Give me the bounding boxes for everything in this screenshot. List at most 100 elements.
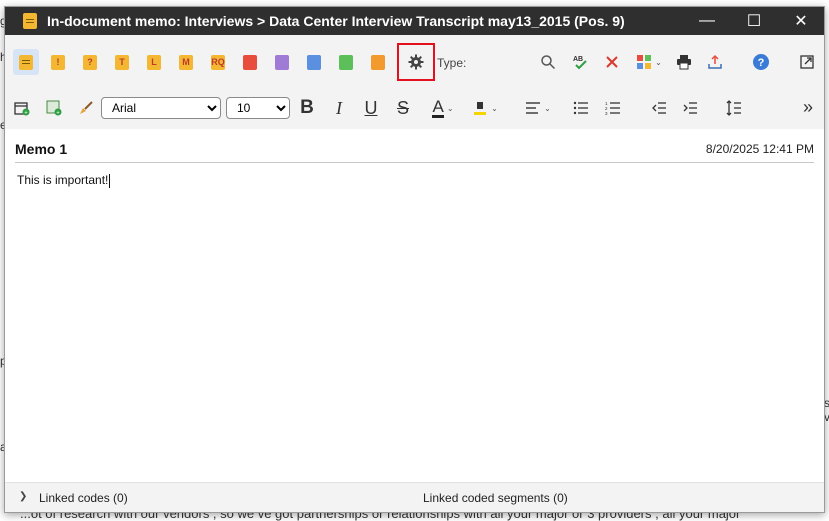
printer-icon	[677, 55, 691, 70]
memo-standard-button[interactable]	[13, 49, 39, 75]
memo-standard-icon	[19, 54, 33, 70]
help-icon: ?	[753, 54, 769, 70]
svg-text:?: ?	[758, 57, 765, 69]
memo-editor[interactable]: This is important!	[17, 173, 111, 188]
undock-button[interactable]	[794, 49, 820, 75]
font-family-select[interactable]: Arial	[101, 97, 221, 119]
title-bar[interactable]: In-document memo: Interviews > Data Cent…	[5, 7, 824, 35]
numbered-list-icon: 1 2 3	[605, 101, 620, 115]
open-external-icon	[800, 55, 814, 69]
export-button[interactable]	[702, 49, 728, 75]
svg-text:+: +	[24, 110, 28, 116]
bold-button[interactable]: B	[295, 96, 319, 120]
line-spacing-icon	[726, 100, 741, 116]
delete-x-icon	[606, 56, 618, 68]
numbered-list-button[interactable]: 1 2 3	[600, 95, 626, 121]
close-button[interactable]: ✕	[778, 7, 824, 35]
outdent-button[interactable]	[646, 95, 672, 121]
memo-purple-icon	[275, 54, 289, 70]
svg-text:3: 3	[605, 111, 608, 115]
memo-app-icon	[23, 13, 37, 29]
chevron-down-icon: ⌄	[655, 57, 662, 67]
memo-method-icon: M	[179, 54, 193, 70]
chevron-down-icon: ⌄	[446, 103, 454, 113]
gear-icon	[408, 54, 424, 70]
memo-orange-button[interactable]	[365, 49, 391, 75]
more-toolbar-button[interactable]: »	[796, 95, 820, 119]
memo-blue-button[interactable]	[301, 49, 327, 75]
memo-exclamation-button[interactable]: !	[45, 49, 71, 75]
memo-question-button[interactable]: ?	[77, 49, 103, 75]
memo-literature-icon: L	[147, 54, 161, 70]
font-size-select[interactable]: 10	[226, 97, 290, 119]
search-button[interactable]	[535, 49, 561, 75]
calendar-add-icon: +	[14, 102, 30, 116]
memo-window: In-document memo: Interviews > Data Cent…	[4, 6, 825, 513]
highlight-color-button[interactable]: ⌄	[467, 95, 503, 121]
chevron-down-icon: ⌄	[544, 103, 551, 113]
memo-title[interactable]: Memo 1	[15, 141, 67, 157]
brush-icon	[80, 101, 93, 114]
svg-text:+: +	[56, 110, 60, 116]
underline-button[interactable]: U	[359, 96, 383, 120]
indent-icon	[683, 102, 697, 114]
memo-green-button[interactable]	[333, 49, 359, 75]
memo-red-icon	[243, 54, 257, 70]
memo-purple-button[interactable]	[269, 49, 295, 75]
search-icon	[541, 55, 556, 70]
window-title: In-document memo: Interviews > Data Cent…	[47, 13, 625, 29]
font-color-letter: A	[432, 96, 444, 118]
align-left-icon	[526, 102, 541, 114]
memo-theory-button[interactable]: T	[109, 49, 135, 75]
bullet-list-button[interactable]	[568, 95, 594, 121]
link-code-button[interactable]: ⌄	[631, 49, 667, 75]
format-toolbar: + + Arial 10 B I U S A ⌄ ⌄ ⌄ 1 2 3 »	[5, 87, 824, 129]
spellcheck-icon: AB	[573, 56, 587, 70]
delete-button[interactable]	[599, 49, 625, 75]
spellcheck-button[interactable]: AB	[568, 49, 594, 75]
memo-research-question-icon: RQ	[211, 54, 225, 70]
memo-blue-icon	[307, 54, 321, 70]
memo-body-text: This is important!	[17, 173, 109, 187]
text-cursor	[109, 173, 111, 188]
font-color-button[interactable]: A ⌄	[425, 95, 461, 121]
align-button[interactable]: ⌄	[520, 95, 556, 121]
memo-type-toolbar: !? T L M RQ Type: AB ⌄ ?	[5, 35, 824, 87]
indent-button[interactable]	[677, 95, 703, 121]
memo-orange-icon	[371, 54, 385, 70]
memo-exclamation-icon: !	[51, 54, 65, 70]
memo-theory-icon: T	[115, 54, 129, 70]
highlighter-icon	[474, 102, 487, 115]
strikethrough-button[interactable]: S	[391, 96, 415, 120]
memo-research-question-button[interactable]: RQ	[205, 49, 231, 75]
settings-button[interactable]	[403, 49, 429, 75]
linked-coded-segments-label[interactable]: Linked coded segments (0)	[423, 491, 568, 505]
memo-header: Memo 1 8/20/2025 12:41 PM	[15, 129, 814, 163]
chevron-right-icon[interactable]: ❯	[19, 491, 27, 502]
memo-red-button[interactable]	[237, 49, 263, 75]
code-link-icon	[637, 55, 652, 69]
memo-method-button[interactable]: M	[173, 49, 199, 75]
memo-literature-button[interactable]: L	[141, 49, 167, 75]
linked-codes-label[interactable]: Linked codes (0)	[39, 491, 128, 505]
memo-green-icon	[339, 54, 353, 70]
maximize-button[interactable]: ☐	[731, 7, 777, 35]
chevron-down-icon: ⌄	[491, 103, 498, 113]
image-add-icon: +	[46, 100, 62, 116]
italic-button[interactable]: I	[327, 96, 351, 120]
format-painter-button[interactable]	[73, 95, 99, 121]
linked-footer: ❯ Linked codes (0) Linked coded segments…	[5, 482, 824, 512]
export-icon	[708, 54, 722, 69]
minimize-button[interactable]: —	[684, 7, 730, 35]
svg-text:AB: AB	[573, 56, 583, 63]
bullet-list-icon	[573, 101, 588, 115]
type-label: Type:	[437, 56, 467, 70]
insert-image-button[interactable]: +	[41, 95, 67, 121]
line-spacing-button[interactable]	[721, 95, 747, 121]
print-button[interactable]	[671, 49, 697, 75]
outdent-icon	[652, 102, 666, 114]
memo-question-icon: ?	[83, 54, 97, 70]
insert-date-button[interactable]: +	[9, 95, 35, 121]
memo-date: 8/20/2025 12:41 PM	[705, 142, 814, 156]
help-button[interactable]: ?	[748, 49, 774, 75]
